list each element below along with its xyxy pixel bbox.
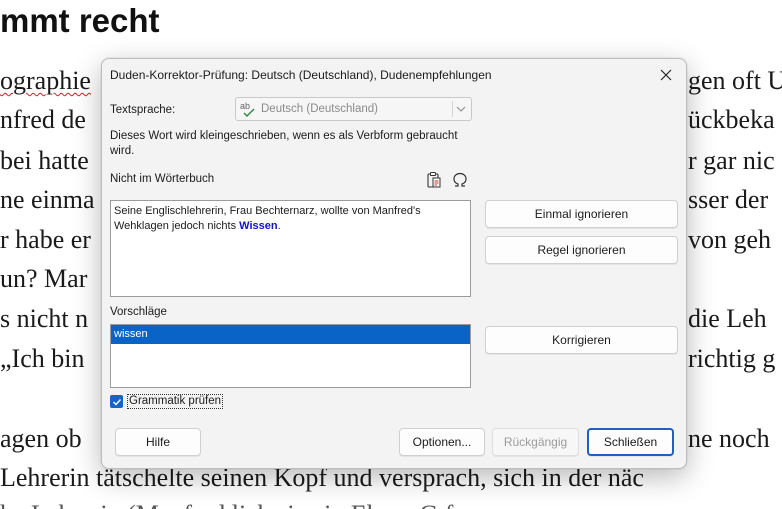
- document-line: un? Mar: [0, 264, 88, 293]
- document-line-right: gen oft U: [688, 66, 782, 95]
- document-line: „Ich bin: [0, 344, 85, 373]
- document-line: ne einma: [0, 185, 95, 214]
- document-line-right: die Leh: [688, 304, 767, 333]
- special-character-omega-icon[interactable]: [450, 170, 470, 190]
- undo-button[interactable]: Rückgängig: [492, 428, 579, 456]
- ignore-rule-button[interactable]: Regel ignorieren: [485, 236, 678, 264]
- not-in-dictionary-label: Nicht im Wörterbuch: [110, 173, 215, 185]
- sentence-end: .: [277, 220, 281, 232]
- language-value: Deutsch (Deutschland): [261, 103, 378, 115]
- close-button[interactable]: Schließen: [587, 428, 674, 456]
- grammar-check-label[interactable]: Grammatik prüfen: [127, 394, 224, 409]
- ignore-once-button[interactable]: Einmal ignorieren: [485, 200, 678, 228]
- grammar-check-checkbox[interactable]: [110, 395, 123, 408]
- document-line: s nicht n: [0, 304, 89, 333]
- hint-text: Dieses Wort wird kleingeschrieben, wenn …: [110, 130, 458, 157]
- document-line-right: ückbeka: [688, 105, 775, 134]
- language-select[interactable]: ab Deutsch (Deutschland): [235, 97, 472, 121]
- document-line: he Lehrerin (Manfred lieb sie ein Ehren …: [0, 500, 453, 509]
- suggestions-list[interactable]: wissen: [110, 324, 471, 388]
- error-word: Wissen: [239, 220, 278, 232]
- language-label: Textsprache:: [110, 104, 176, 116]
- dialog-title: Duden-Korrektor-Prüfung: Deutsch (Deutsc…: [110, 68, 492, 82]
- document-heading: mmt recht: [0, 2, 160, 39]
- grammar-check-row: Grammatik prüfen: [110, 394, 224, 409]
- document-line-right: sser der: [688, 185, 769, 214]
- sentence-textbox[interactable]: Seine Englischlehrerin, Frau Bechternarz…: [110, 200, 471, 297]
- close-icon[interactable]: [652, 63, 680, 87]
- document-line: agen ob: [0, 424, 82, 453]
- chevron-down-icon: [456, 104, 466, 116]
- suggestions-label: Vorschläge: [110, 306, 167, 318]
- svg-text:ab: ab: [240, 101, 250, 111]
- document-line: nfred de: [0, 105, 86, 134]
- document-line-right: ne noch: [688, 424, 770, 453]
- document-line-right: richtig g: [688, 344, 776, 373]
- suggestion-item[interactable]: wissen: [111, 325, 470, 344]
- document-line-right: von geh: [688, 225, 772, 254]
- document-line: bei hatte: [0, 146, 89, 175]
- help-button[interactable]: Hilfe: [115, 428, 201, 456]
- correct-button[interactable]: Korrigieren: [485, 326, 678, 354]
- select-separator: [452, 101, 453, 117]
- spellcheck-abc-icon: ab: [239, 100, 257, 118]
- document-line: ographie: [0, 66, 91, 95]
- options-button[interactable]: Optionen...: [399, 428, 485, 456]
- paste-icon[interactable]: [424, 170, 444, 190]
- document-line-right: r gar nic: [688, 146, 775, 175]
- spellcheck-dialog: Duden-Korrektor-Prüfung: Deutsch (Deutsc…: [101, 58, 687, 469]
- document-line: r habe er: [0, 225, 91, 254]
